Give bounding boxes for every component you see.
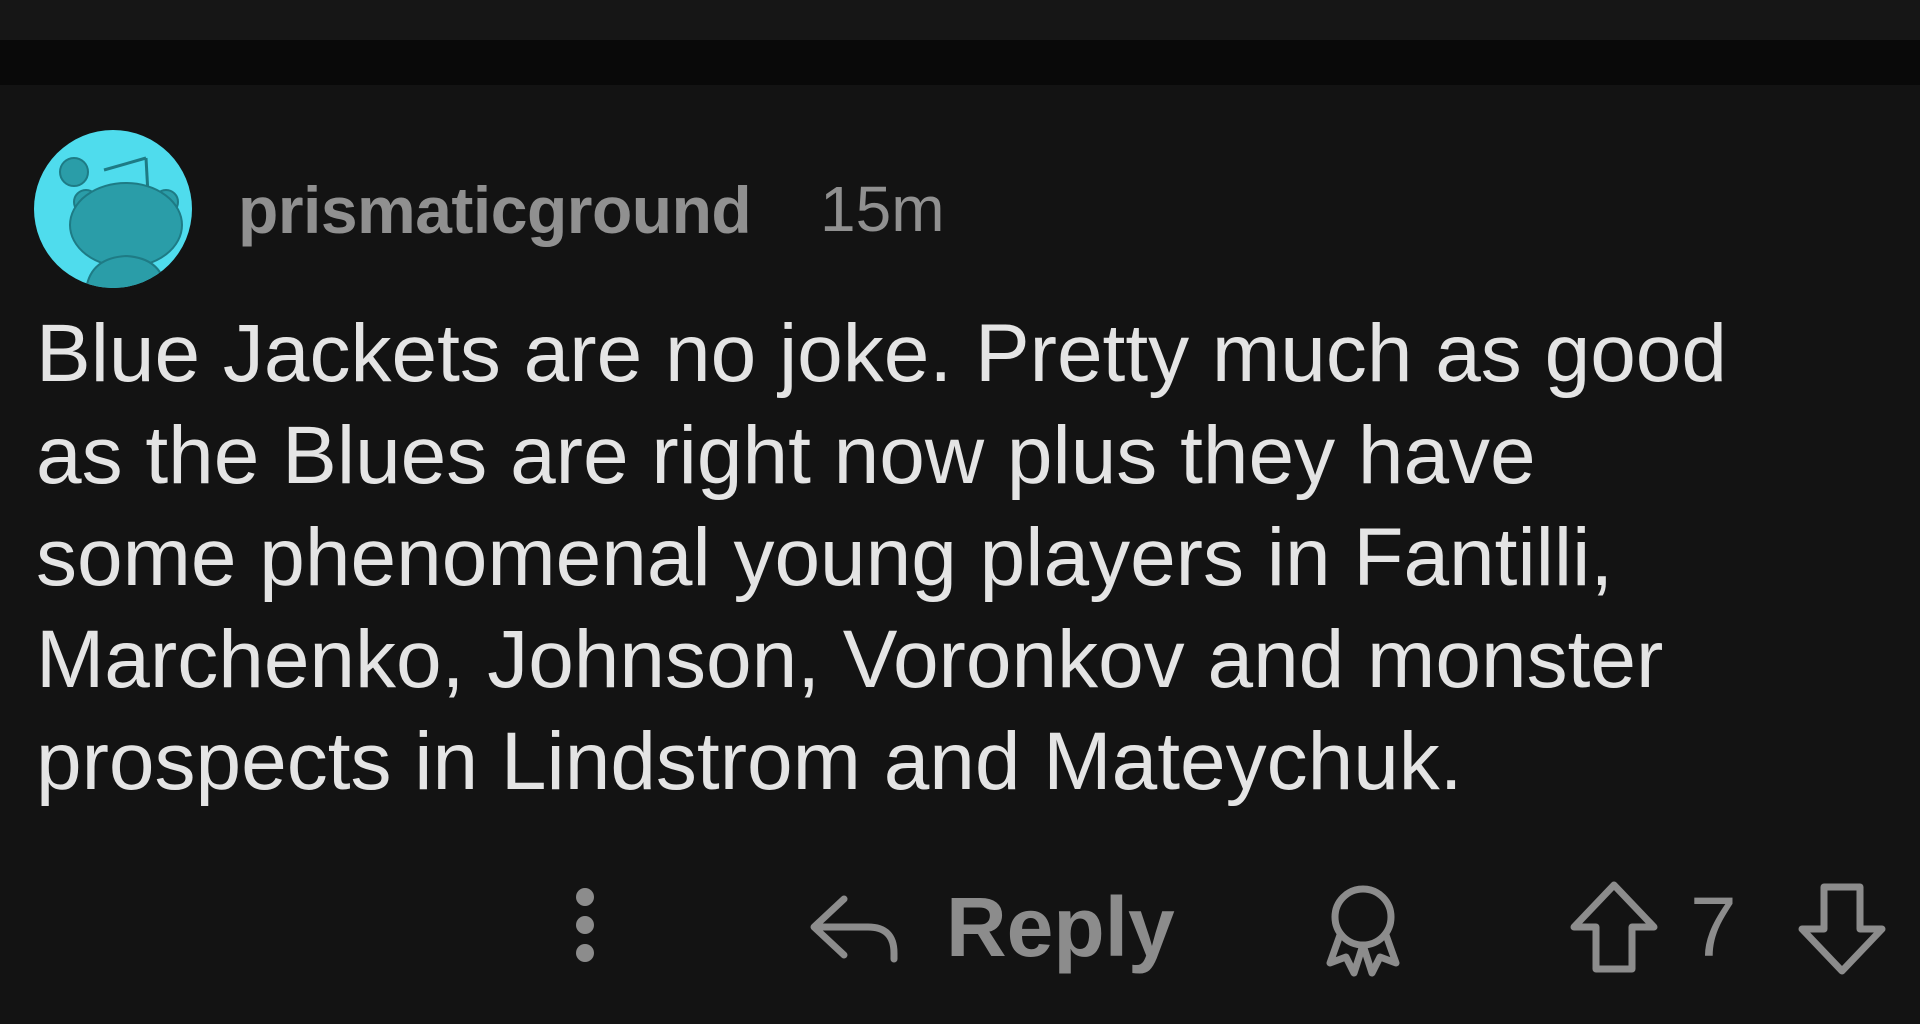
comment-body-line: as the Blues are right now plus they hav…: [36, 410, 1536, 501]
comment-action-bar: Reply 7: [0, 875, 1920, 977]
status-strip: [0, 0, 1920, 40]
vote-count: 7: [1690, 880, 1737, 974]
award-icon[interactable]: [1318, 881, 1408, 977]
downvote-arrow-icon[interactable]: [1796, 881, 1888, 977]
comment-body-line: some phenomenal young players in Fantill…: [36, 512, 1614, 603]
comment-body-line: Blue Jackets are no joke. Pretty much as…: [36, 308, 1728, 399]
comment-card: prismaticground 15m Blue Jackets are no …: [0, 85, 1920, 1024]
reply-button[interactable]: Reply: [808, 875, 1175, 975]
reply-arrow-icon: [810, 895, 898, 963]
user-avatar[interactable]: [34, 130, 192, 288]
comment-body-line: prospects in Lindstrom and Mateychuk.: [36, 716, 1463, 807]
reply-label: Reply: [946, 880, 1175, 974]
vertical-ellipsis-icon[interactable]: [560, 875, 610, 975]
comment-body-line: Marchenko, Johnson, Voronkov and monster: [36, 614, 1664, 705]
comment-username[interactable]: prismaticground: [238, 177, 752, 243]
comment-body: Blue Jackets are no joke. Pretty much as…: [36, 303, 1856, 813]
snoo-avatar-icon: [59, 156, 183, 288]
upvote-arrow-icon[interactable]: [1568, 879, 1660, 975]
top-divider-bar: [0, 40, 1920, 85]
comment-timestamp: 15m: [820, 173, 945, 245]
